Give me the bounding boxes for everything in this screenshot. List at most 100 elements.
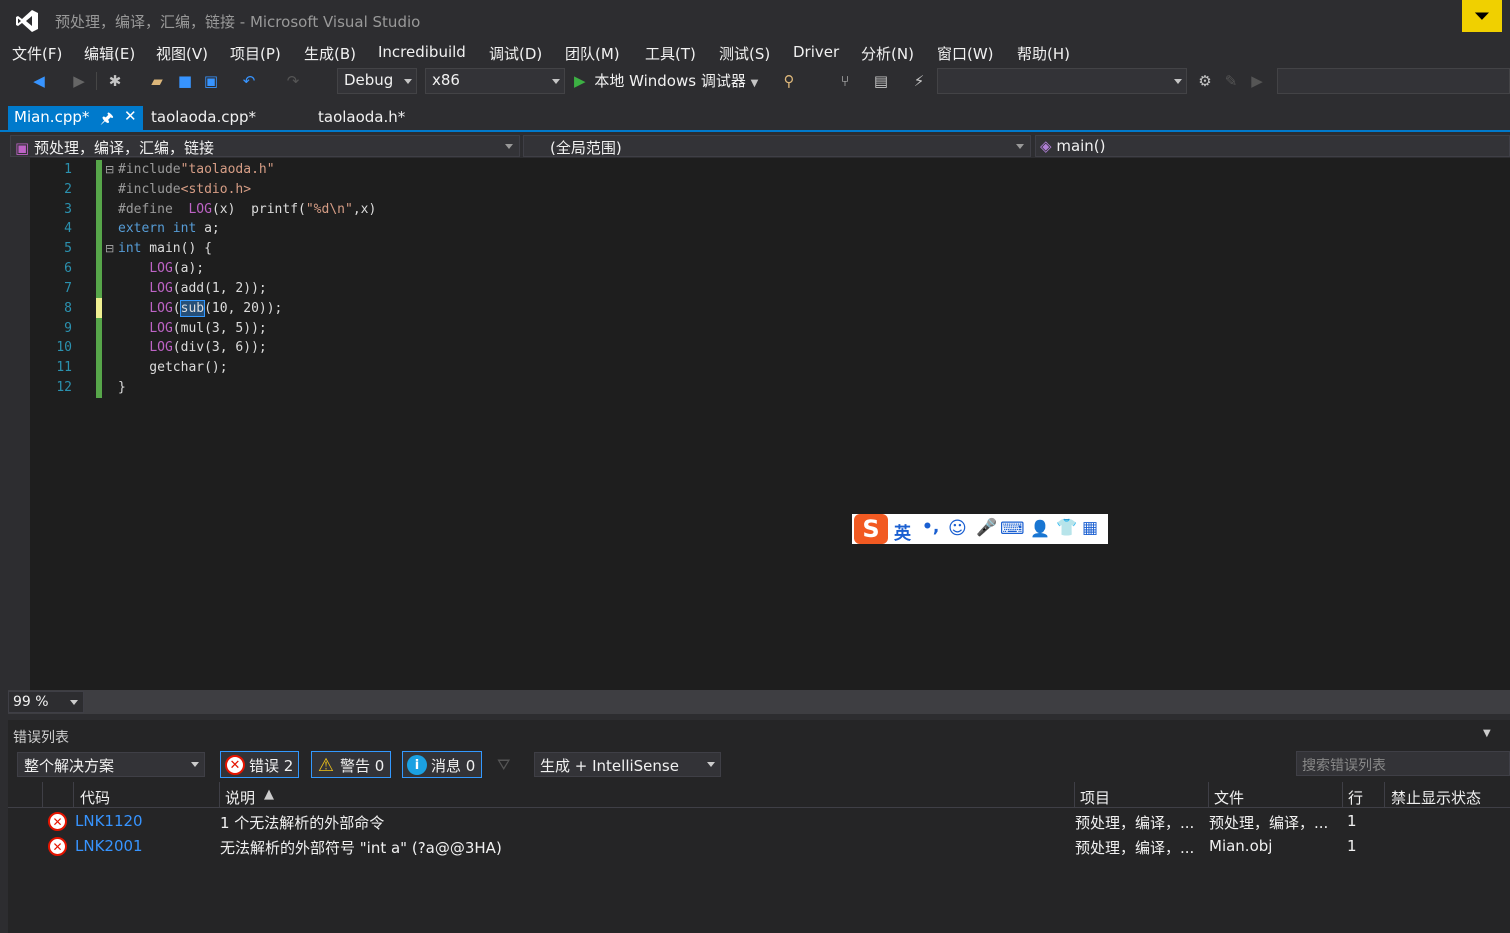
error-code-link[interactable]: LNK2001: [75, 837, 143, 855]
chevron-down-icon: [1016, 144, 1024, 149]
toolbox-icon[interactable]: ▦: [1082, 518, 1098, 538]
standard-toolbar: ◀ ▶ ✱ ▰ ■ ▣ ↶ ↷ Debug x86 ▶ 本地 Windows 调…: [0, 66, 1510, 96]
project-combo[interactable]: ▣ 预处理，编译，汇编，链接: [10, 135, 520, 157]
menu-edit[interactable]: 编辑(E): [84, 43, 135, 64]
tab-label: Mian.cpp*: [14, 108, 90, 126]
menu-team[interactable]: 团队(M): [565, 43, 620, 64]
collapse-icon[interactable]: ⊟: [105, 242, 114, 255]
start-debugging-button[interactable]: ▶ 本地 Windows 调试器 ▼: [574, 70, 758, 92]
chevron-down-icon: [707, 762, 715, 767]
run-icon[interactable]: ▶: [1246, 70, 1268, 92]
git-branch-icon[interactable]: ⑂: [834, 70, 856, 92]
error-icon: ✕: [225, 755, 245, 775]
microphone-icon[interactable]: 🎤: [976, 518, 997, 538]
user-icon[interactable]: 👤: [1030, 519, 1050, 538]
menu-help[interactable]: 帮助(H): [1017, 43, 1070, 64]
menu-build[interactable]: 生成(B): [304, 43, 356, 64]
error-file: Mian.obj: [1209, 837, 1273, 855]
menu-project[interactable]: 项目(P): [230, 43, 281, 64]
close-icon[interactable]: ✕: [124, 107, 137, 125]
tools-icon[interactable]: ⚙: [1194, 70, 1216, 92]
zoom-select[interactable]: 99 %: [8, 691, 84, 713]
horizontal-scrollbar[interactable]: [8, 690, 1510, 714]
menu-driver[interactable]: Driver: [793, 43, 839, 61]
column-header-description[interactable]: 说明: [225, 787, 255, 808]
keyboard-icon[interactable]: ⌨: [1000, 519, 1025, 539]
format-icon[interactable]: ⚡: [908, 70, 930, 92]
punctuation-icon[interactable]: •,: [922, 517, 939, 537]
clear-filter-icon[interactable]: ⛛: [497, 755, 510, 775]
table-row[interactable]: ✕ LNK1120 1 个无法解析的外部命令 预处理，编译，... 预处理，编译…: [8, 810, 1510, 835]
skin-icon[interactable]: 👕: [1056, 518, 1077, 538]
find-combo[interactable]: [937, 68, 1187, 94]
pin-icon[interactable]: 🖈: [100, 108, 114, 133]
chevron-down-icon: [505, 144, 513, 149]
redo-icon[interactable]: ↷: [282, 70, 304, 92]
comment-icon[interactable]: ▤: [870, 70, 892, 92]
column-header-code[interactable]: 代码: [80, 787, 110, 808]
open-folder-icon[interactable]: ▰: [146, 70, 168, 92]
table-row[interactable]: ✕ LNK2001 无法解析的外部符号 "int a" (?a@@3HA) 预处…: [8, 835, 1510, 860]
notification-flag-icon[interactable]: ⏷: [1462, 0, 1502, 32]
tab-mian-cpp[interactable]: Mian.cpp* 🖈 ✕: [8, 106, 143, 130]
chevron-down-icon: ▼: [750, 78, 759, 89]
forward-icon[interactable]: ▶: [68, 70, 90, 92]
tab-label: taolaoda.h*: [318, 108, 406, 126]
solution-config-select[interactable]: Debug: [337, 68, 417, 94]
menu-test[interactable]: 测试(S): [719, 43, 770, 64]
error-line: 1: [1347, 837, 1357, 855]
emoji-icon[interactable]: ☺: [948, 518, 967, 539]
sort-ascending-icon: ▲: [264, 787, 274, 802]
menu-debug[interactable]: 调试(D): [489, 43, 542, 64]
search-error-list-input[interactable]: 搜索错误列表: [1296, 751, 1510, 776]
menu-tools[interactable]: 工具(T): [645, 43, 696, 64]
menu-incredibuild[interactable]: Incredibuild: [378, 43, 466, 61]
undo-icon[interactable]: ↶: [238, 70, 260, 92]
messages-filter-button[interactable]: i 消息 0: [402, 751, 482, 778]
chevron-down-icon: [70, 700, 78, 705]
menu-file[interactable]: 文件(F): [12, 43, 62, 64]
saved-changes-bar: [96, 160, 102, 398]
menu-window[interactable]: 窗口(W): [937, 43, 994, 64]
find-in-files-icon[interactable]: ⚲: [778, 70, 800, 92]
back-icon[interactable]: ◀: [28, 70, 50, 92]
scope-filter-select[interactable]: 整个解决方案: [17, 752, 205, 777]
start-debugging-label: 本地 Windows 调试器: [594, 72, 746, 90]
tab-taolaoda-cpp[interactable]: taolaoda.cpp*: [145, 106, 262, 130]
tab-taolaoda-h[interactable]: taolaoda.h*: [312, 106, 411, 130]
new-item-icon[interactable]: ✱: [104, 70, 126, 92]
save-all-icon[interactable]: ▣: [200, 70, 222, 92]
column-divider: [1342, 782, 1343, 808]
pen-icon[interactable]: ✎: [1220, 70, 1242, 92]
scope-combo[interactable]: (全局范围): [523, 135, 1031, 157]
warnings-filter-button[interactable]: ⚠ 警告 0: [311, 751, 391, 778]
error-code-link[interactable]: LNK1120: [75, 812, 143, 830]
member-combo[interactable]: ◈ main(): [1035, 135, 1510, 157]
panel-options-icon[interactable]: ▼: [1483, 728, 1491, 739]
column-header-line[interactable]: 行: [1348, 787, 1363, 808]
column-header-suppression[interactable]: 禁止显示状态: [1391, 787, 1481, 808]
column-divider: [1208, 782, 1209, 808]
save-icon[interactable]: ■: [174, 70, 196, 92]
scope-filter-value: 整个解决方案: [24, 757, 115, 775]
code-line-11: getchar();: [118, 360, 228, 375]
column-divider: [1074, 782, 1075, 808]
collapse-icon[interactable]: ⊟: [105, 163, 114, 176]
ime-lang-toggle[interactable]: 英: [894, 519, 911, 544]
chevron-down-icon: [1174, 79, 1182, 84]
project-icon: ▣: [15, 139, 30, 157]
menu-bar: 文件(F) 编辑(E) 视图(V) 项目(P) 生成(B) Incredibui…: [0, 40, 1510, 66]
column-header-file[interactable]: 文件: [1214, 787, 1244, 808]
quick-launch-input[interactable]: [1277, 68, 1510, 94]
menu-view[interactable]: 视图(V): [156, 43, 208, 64]
ime-toolbar[interactable]: S 英 •, ☺ 🎤 ⌨ 👤 👕 ▦: [852, 514, 1108, 544]
code-editor[interactable]: [8, 158, 1510, 690]
column-divider: [1384, 782, 1385, 808]
errors-filter-button[interactable]: ✕ 错误 2: [220, 751, 299, 778]
platform-select[interactable]: x86: [425, 68, 565, 94]
column-header-project[interactable]: 项目: [1080, 787, 1110, 808]
source-filter-select[interactable]: 生成 + IntelliSense: [534, 752, 721, 777]
line-number: 2: [64, 182, 72, 197]
menu-analyze[interactable]: 分析(N): [861, 43, 914, 64]
error-file: 预处理，编译，...: [1209, 814, 1329, 832]
